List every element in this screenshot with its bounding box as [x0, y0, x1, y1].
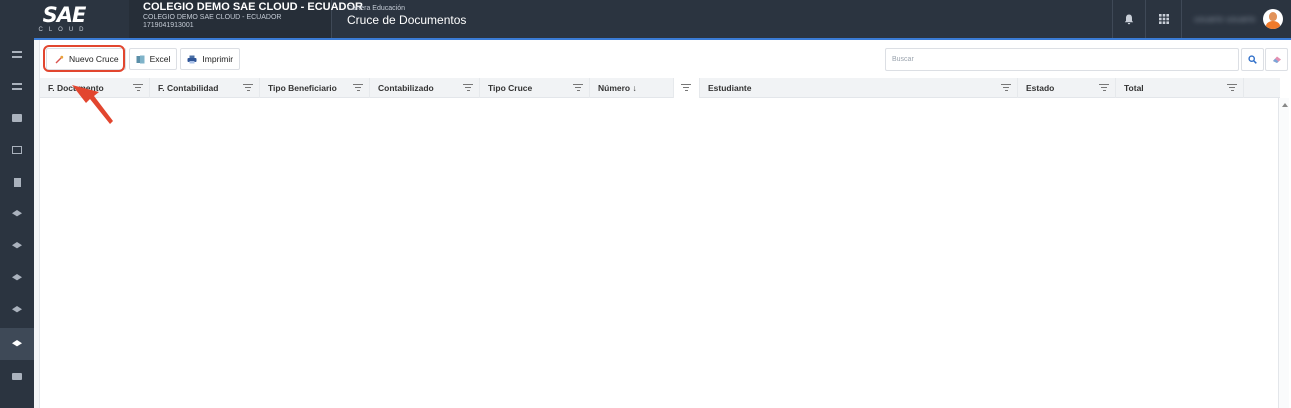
- avatar[interactable]: [1263, 9, 1283, 29]
- filter-icon[interactable]: [463, 84, 473, 92]
- eraser-icon: [1272, 56, 1281, 63]
- briefcase-icon: [12, 114, 22, 122]
- search-input[interactable]: Buscar: [885, 48, 1239, 71]
- logo-subtext: CLOUD: [38, 26, 90, 33]
- search-button[interactable]: [1241, 48, 1264, 71]
- numero-filter-cell[interactable]: [674, 78, 700, 98]
- filter-icon[interactable]: [573, 84, 583, 92]
- graduation-cap-icon: [12, 306, 22, 313]
- graduation-cap-icon: [12, 340, 22, 347]
- column-header-estado[interactable]: Estado: [1018, 78, 1116, 98]
- sidebar: [0, 38, 34, 408]
- column-header-tipo-cruce[interactable]: Tipo Cruce: [480, 78, 590, 98]
- column-header-tipo-beneficiario[interactable]: Tipo Beneficiario: [260, 78, 370, 98]
- column-header-estudiante[interactable]: Estudiante: [700, 78, 1018, 98]
- module-heading: Cartera Educación Cruce de Documentos: [347, 4, 466, 28]
- sidebar-item-education-3[interactable]: [0, 262, 34, 294]
- sidebar-item-education-4[interactable]: [0, 294, 34, 326]
- excel-label: Excel: [149, 54, 171, 64]
- column-label: Estudiante: [708, 83, 752, 93]
- menu-lines-icon: [12, 50, 22, 58]
- username: usuario usuario: [1194, 14, 1256, 24]
- truck-icon: [12, 372, 22, 380]
- printer-icon: [187, 55, 197, 63]
- company-subtitle: COLEGIO DEMO SAE CLOUD - ECUADOR: [143, 14, 282, 21]
- sidebar-item-menu-2[interactable]: [0, 70, 34, 102]
- scroll-up-icon[interactable]: [1282, 103, 1288, 107]
- sidebar-item-education-1[interactable]: [0, 198, 34, 230]
- filter-icon[interactable]: [1001, 84, 1011, 92]
- excel-icon: [136, 55, 145, 63]
- filter-icon[interactable]: [353, 84, 363, 92]
- column-header-contabilizado[interactable]: Contabilizado: [370, 78, 480, 98]
- user-menu[interactable]: usuario usuario: [1181, 0, 1271, 38]
- grid-panel: Nuevo Cruce Excel Imprimir Buscar F. Doc…: [39, 40, 1291, 408]
- company-ruc: 1719041913001: [143, 22, 194, 29]
- highlight-annotation: [43, 45, 125, 72]
- filter-icon[interactable]: [1099, 84, 1109, 92]
- column-header-spacer: [1244, 78, 1280, 98]
- print-label: Imprimir: [202, 54, 234, 64]
- column-label: Número ↓: [598, 83, 637, 93]
- sidebar-item-briefcase[interactable]: [0, 102, 34, 134]
- column-label: Tipo Cruce: [488, 83, 533, 93]
- sidebar-item-grid[interactable]: [0, 134, 34, 166]
- vertical-scrollbar[interactable]: [1278, 98, 1289, 408]
- apps-grid-icon: [1158, 14, 1169, 24]
- column-header-numero[interactable]: Número ↓: [590, 78, 674, 98]
- document-icon: [13, 177, 21, 187]
- graduation-cap-icon: [12, 242, 22, 249]
- graduation-cap-icon: [12, 210, 22, 217]
- grid-icon: [12, 146, 22, 154]
- column-header-f-documento[interactable]: F. Documento: [40, 78, 150, 98]
- filter-icon[interactable]: [133, 84, 143, 92]
- column-header-total[interactable]: Total: [1116, 78, 1244, 98]
- logo-text: SAE: [42, 2, 87, 27]
- sidebar-item-menu-1[interactable]: [0, 38, 34, 70]
- column-label: Tipo Beneficiario: [268, 83, 337, 93]
- excel-button[interactable]: Excel: [128, 48, 178, 70]
- filter-icon[interactable]: [681, 84, 691, 92]
- column-label: Total: [1124, 83, 1144, 93]
- apps-button[interactable]: [1145, 0, 1181, 38]
- page-title: Cruce de Documentos: [347, 13, 467, 27]
- company-info: COLEGIO DEMO SAE CLOUD - ECUADOR COLEGIO…: [129, 0, 364, 38]
- sidebar-item-education-active[interactable]: [0, 328, 34, 360]
- menu-lines-icon: [12, 82, 22, 90]
- bell-icon: [1124, 14, 1134, 24]
- notifications-button[interactable]: [1112, 0, 1145, 38]
- column-label: F. Documento: [48, 83, 104, 93]
- column-label: Estado: [1026, 83, 1055, 93]
- company-name: COLEGIO DEMO SAE CLOUD - ECUADOR: [143, 1, 364, 13]
- column-label: Contabilizado: [378, 83, 434, 93]
- search-icon: [1248, 55, 1257, 64]
- filter-icon[interactable]: [1227, 84, 1237, 92]
- print-button[interactable]: Imprimir: [180, 48, 241, 70]
- graduation-cap-icon: [12, 274, 22, 281]
- sidebar-item-education-2[interactable]: [0, 230, 34, 262]
- app-logo[interactable]: SAE CLOUD: [0, 0, 128, 38]
- sidebar-item-document[interactable]: [0, 166, 34, 198]
- filter-icon[interactable]: [243, 84, 253, 92]
- clear-search-button[interactable]: [1265, 48, 1288, 71]
- main-content: Nuevo Cruce Excel Imprimir Buscar F. Doc…: [34, 38, 1291, 408]
- module-section: Cartera Educación: [347, 5, 405, 12]
- column-header-f-contabilidad[interactable]: F. Contabilidad: [150, 78, 260, 98]
- top-bar: SAE CLOUD COLEGIO DEMO SAE CLOUD - ECUAD…: [0, 0, 1291, 38]
- grid-header: F. Documento F. Contabilidad Tipo Benefi…: [40, 78, 1280, 98]
- sidebar-item-transport[interactable]: [0, 360, 34, 392]
- column-label: F. Contabilidad: [158, 83, 219, 93]
- top-right-actions: usuario usuario: [1112, 0, 1291, 38]
